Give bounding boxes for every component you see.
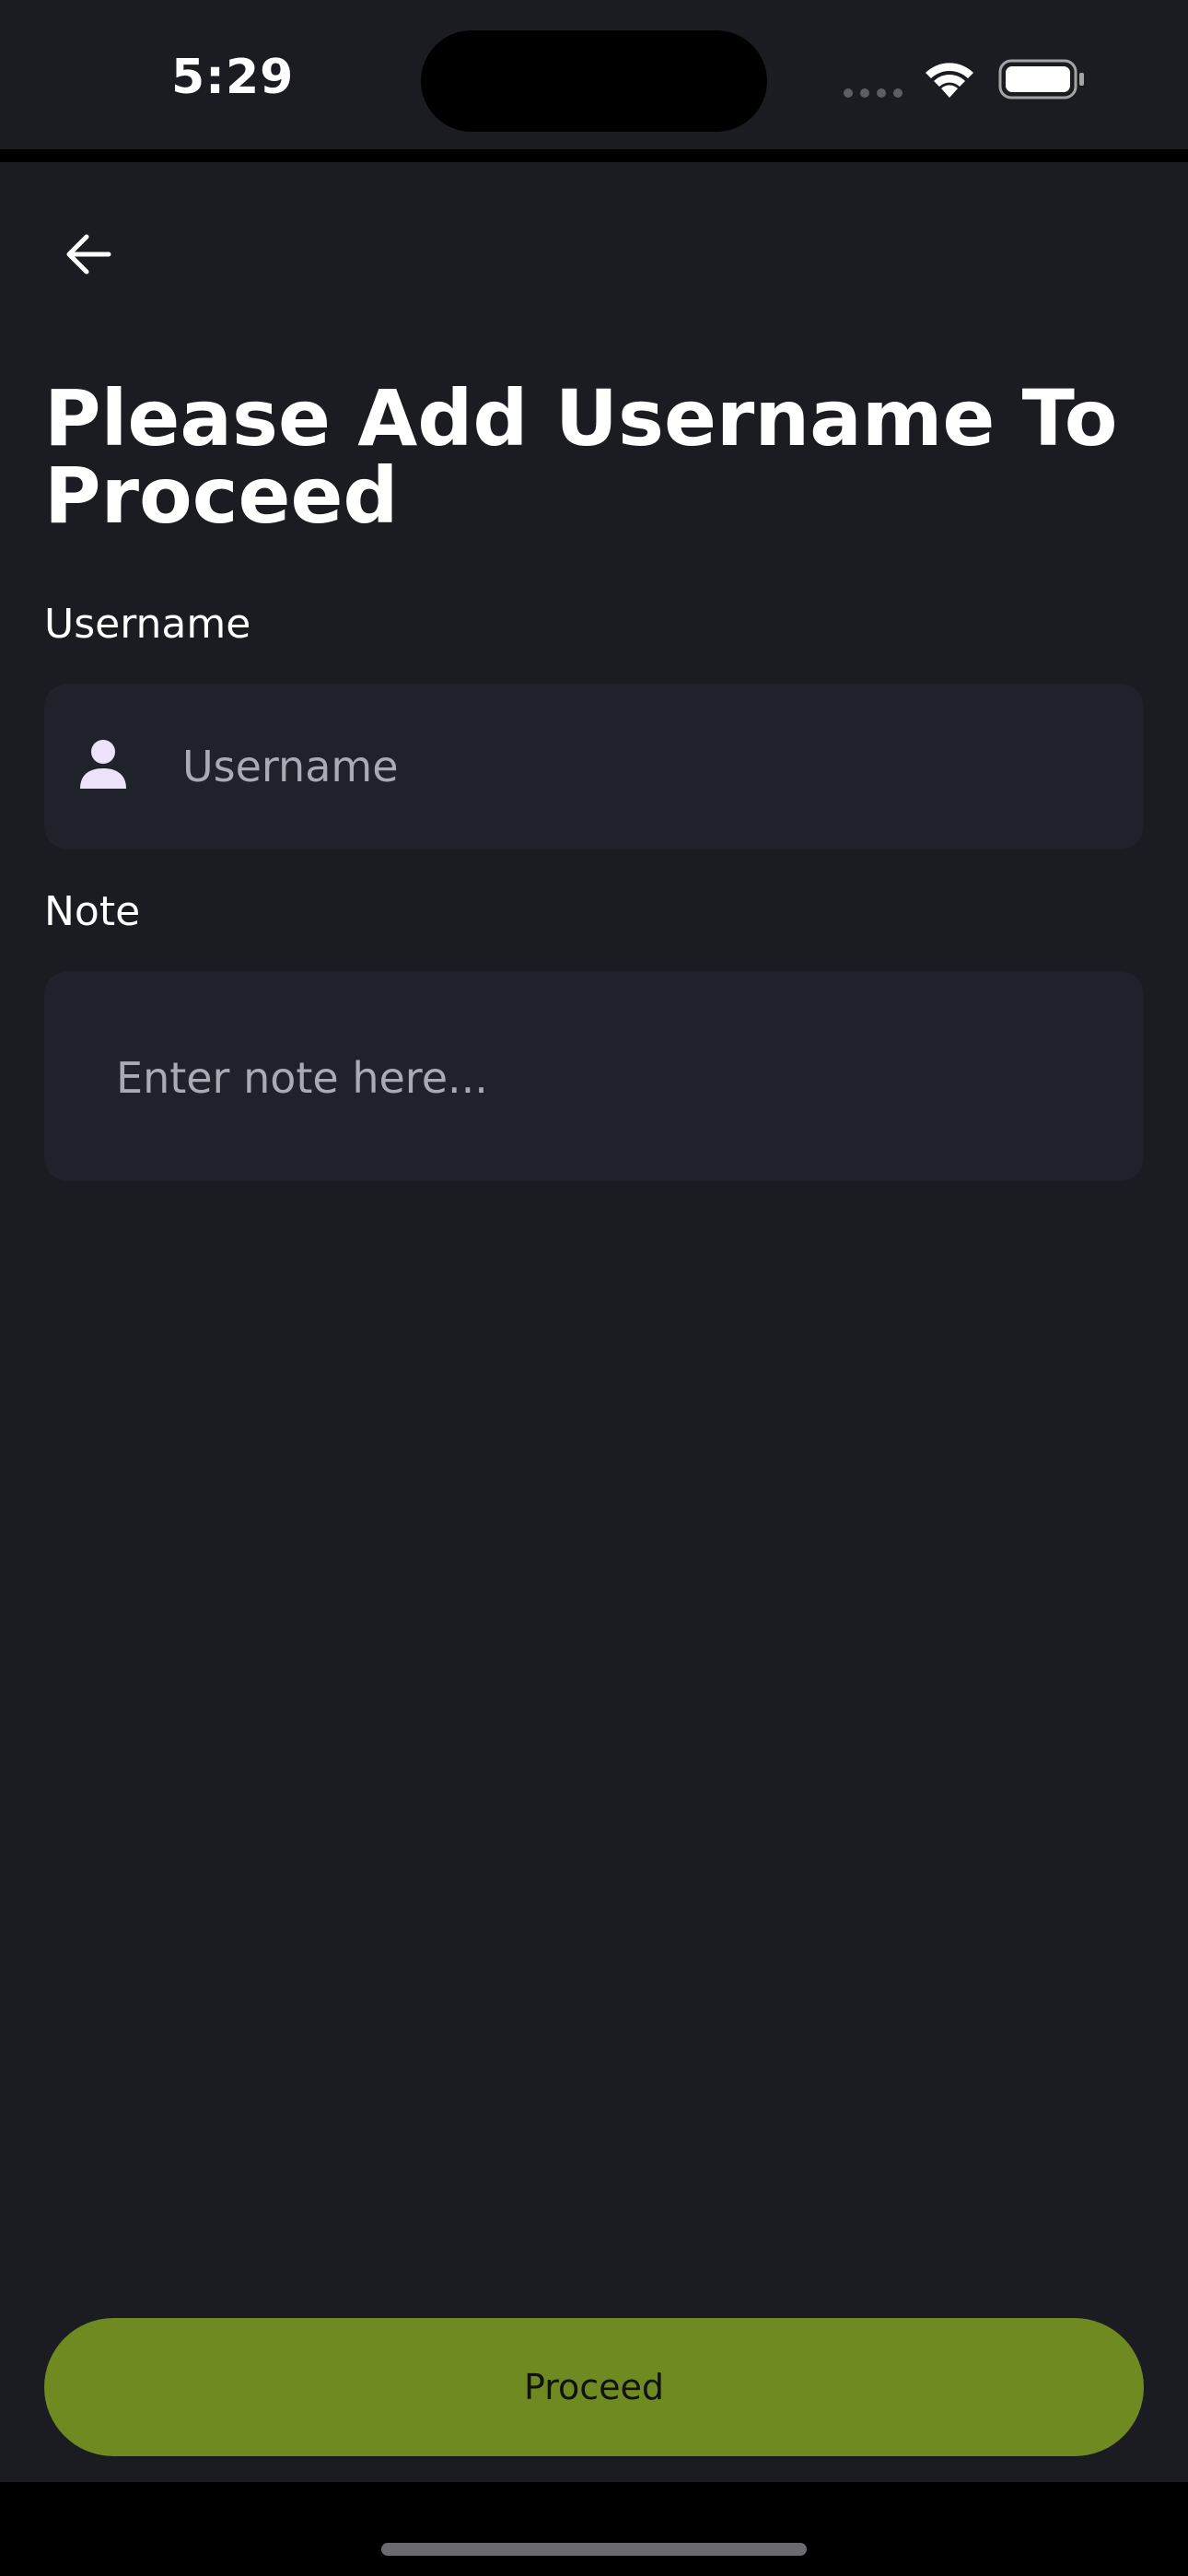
username-input[interactable] [182, 739, 1103, 794]
username-field[interactable] [44, 684, 1144, 849]
note-field[interactable] [44, 971, 1144, 1181]
home-indicator[interactable] [381, 2543, 807, 2556]
arrow-left-icon [66, 234, 111, 275]
username-label: Username [44, 601, 251, 648]
home-indicator-area [0, 2482, 1188, 2576]
proceed-button[interactable]: Proceed [44, 2318, 1144, 2456]
battery-icon [998, 59, 1084, 100]
user-icon [80, 740, 126, 789]
wifi-icon [926, 63, 973, 98]
page-title: Please Add Username To Proceed [44, 373, 1118, 541]
status-bar: 5:29 [0, 0, 1188, 149]
dynamic-island [421, 30, 767, 132]
status-time: 5:29 [171, 50, 295, 105]
back-button[interactable] [52, 217, 125, 291]
header-divider [0, 149, 1188, 162]
add-username-screen: Please Add Username To Proceed Username … [0, 162, 1188, 2482]
note-label: Note [44, 888, 141, 935]
note-input[interactable] [116, 1050, 1111, 1106]
signal-dots-icon [844, 88, 903, 98]
